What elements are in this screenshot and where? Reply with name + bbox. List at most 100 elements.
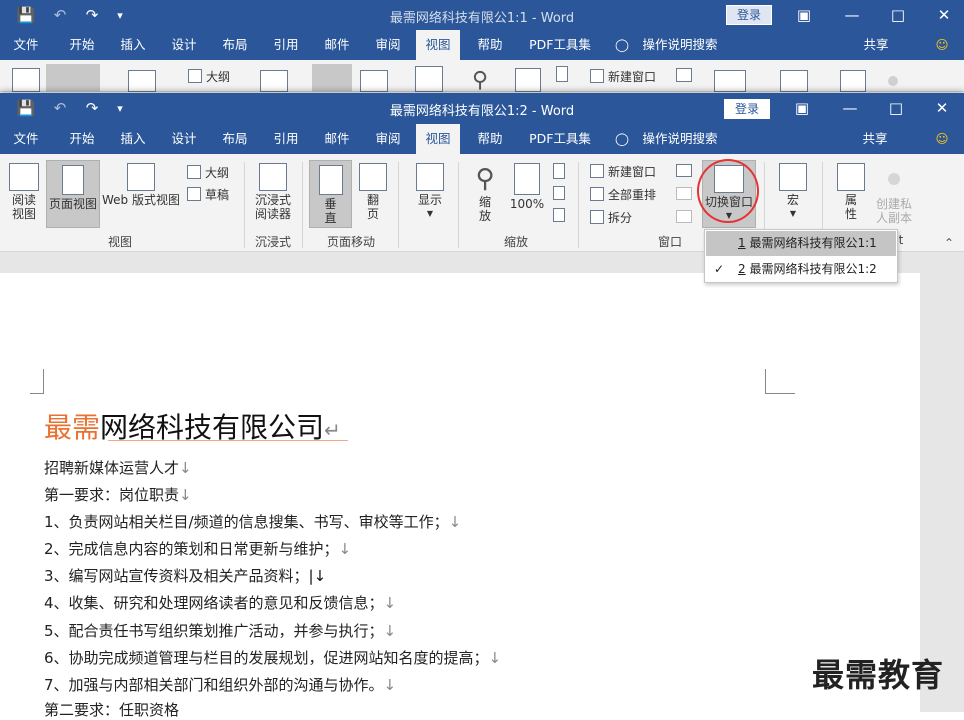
back-tab-mailings[interactable]: 邮件 <box>313 30 361 60</box>
back-page-width-icon[interactable] <box>556 66 568 82</box>
web-view-icon <box>127 163 155 191</box>
tab-mailings[interactable]: 邮件 <box>313 124 361 154</box>
back-read-view-icon[interactable] <box>12 68 40 92</box>
margin-corner <box>30 369 44 394</box>
create-private-copy-button: 创建私 人副本 <box>872 163 916 227</box>
front-login-button[interactable]: 登录 <box>724 99 770 119</box>
show-button[interactable]: 显示 ▼ <box>410 163 450 227</box>
back-tab-view[interactable]: 视图 <box>416 30 460 60</box>
split-icon <box>590 210 604 224</box>
ribbon-display-icon[interactable]: ▣ <box>790 0 818 30</box>
side-to-side-button[interactable]: 翻 页 <box>356 163 390 227</box>
side-by-side-icon[interactable] <box>676 164 692 177</box>
group-label-zoom: 缩放 <box>503 235 528 249</box>
page-view-button[interactable]: 页面视图 <box>46 160 100 228</box>
back-tab-help[interactable]: 帮助 <box>466 30 514 60</box>
doc-line: 3、编写网站宣传资料及相关产品资料；|↓ <box>44 567 327 585</box>
doc-line: 4、收集、研究和处理网络读者的意见和反馈信息；↓ <box>44 594 397 612</box>
back-side-icon[interactable] <box>360 70 388 92</box>
maximize-icon[interactable]: □ <box>882 93 910 123</box>
tell-me-icon[interactable]: ◯ <box>612 124 632 154</box>
tab-home[interactable]: 开始 <box>58 124 106 154</box>
zoom-100-button[interactable]: 100% <box>508 163 546 227</box>
back-show-icon[interactable] <box>415 66 443 92</box>
highlight-circle <box>697 159 759 223</box>
back-vertical-icon[interactable] <box>312 64 352 92</box>
back-tab-file[interactable]: 文件 <box>2 30 50 60</box>
web-view-button[interactable]: Web 版式视图 <box>101 163 181 227</box>
back-tab-pdf[interactable]: PDF工具集 <box>524 30 596 60</box>
immersive-reader-icon <box>259 163 287 191</box>
dropdown-item-window-2[interactable]: ✓ 2 最需网络科技有限公1:2 <box>706 257 896 282</box>
back-tab-insert[interactable]: 插入 <box>109 30 157 60</box>
back-tell-me-icon[interactable]: ◯ <box>612 30 632 60</box>
separator <box>578 162 579 248</box>
properties-button[interactable]: 属 性 <box>832 163 870 227</box>
tab-design[interactable]: 设计 <box>160 124 208 154</box>
back-tab-home[interactable]: 开始 <box>58 30 106 60</box>
page-width-icon[interactable] <box>553 208 565 222</box>
draft-button[interactable]: 草稿 <box>187 184 229 204</box>
back-immersive-icon[interactable] <box>260 70 288 92</box>
immersive-reader-button[interactable]: 沉浸式 阅读器 <box>250 163 296 227</box>
back-macro-icon[interactable] <box>780 70 808 92</box>
collapse-ribbon-icon[interactable]: ⌃ <box>944 236 954 250</box>
minimize-icon[interactable]: — <box>838 0 866 30</box>
arrange-all-button[interactable]: 全部重排 <box>590 184 656 204</box>
back-smiley-icon[interactable]: ☺ <box>930 30 954 60</box>
tab-help[interactable]: 帮助 <box>466 124 514 154</box>
back-100-icon[interactable] <box>515 68 541 92</box>
back-tab-layout[interactable]: 布局 <box>211 30 259 60</box>
back-tab-design[interactable]: 设计 <box>160 30 208 60</box>
ribbon-display-icon[interactable]: ▣ <box>788 93 816 123</box>
tab-layout[interactable]: 布局 <box>211 124 259 154</box>
new-window-icon <box>590 69 604 83</box>
split-button[interactable]: 拆分 <box>590 207 632 227</box>
zoom-button[interactable]: ⚲ 缩 放 <box>466 163 504 227</box>
close-icon[interactable]: ✕ <box>930 0 958 30</box>
vertical-button[interactable]: 垂 直 <box>309 160 352 228</box>
back-tab-review[interactable]: 审阅 <box>364 30 412 60</box>
read-view-button[interactable]: 阅读 视图 <box>4 163 44 227</box>
maximize-icon[interactable]: □ <box>884 0 912 30</box>
back-page-view-icon[interactable] <box>46 64 100 92</box>
tab-insert[interactable]: 插入 <box>109 124 157 154</box>
switch-window-dropdown: 1 最需网络科技有限公1:1 ✓ 2 最需网络科技有限公1:2 <box>704 229 898 283</box>
back-share-button[interactable]: 共享 <box>852 30 900 60</box>
back-tell-me[interactable]: 操作说明搜索 <box>640 30 720 60</box>
smiley-icon[interactable]: ☺ <box>930 124 954 154</box>
outline-button[interactable]: 大纲 <box>187 162 229 182</box>
share-button[interactable]: 共享 <box>850 124 900 154</box>
paragraph-mark: ↵ <box>324 418 341 442</box>
back-outline[interactable]: 大纲 <box>188 66 230 86</box>
back-switch-window-icon[interactable] <box>714 70 746 92</box>
separator <box>244 162 245 248</box>
tell-me-search[interactable]: 操作说明搜索 <box>640 124 720 154</box>
back-side-by-side-icon[interactable] <box>676 68 692 82</box>
title-highlight: 最需 <box>44 411 101 444</box>
back-properties-icon[interactable] <box>840 70 866 92</box>
text-cursor: |↓ <box>308 567 327 585</box>
macro-button[interactable]: 宏 ▼ <box>772 163 814 227</box>
one-page-icon[interactable] <box>553 163 565 179</box>
doc-background-right <box>920 273 964 712</box>
back-zoom-icon[interactable]: ⚲ <box>472 68 498 93</box>
new-window-button[interactable]: 新建窗口 <box>590 161 656 181</box>
tab-pdf[interactable]: PDF工具集 <box>524 124 596 154</box>
back-web-view-icon[interactable] <box>128 70 156 92</box>
doc-line: 招聘新媒体运营人才↓ <box>44 459 192 477</box>
minimize-icon[interactable]: — <box>836 93 864 123</box>
close-icon[interactable]: ✕ <box>928 93 956 123</box>
multiple-pages-icon[interactable] <box>553 186 565 200</box>
dropdown-item-window-1[interactable]: 1 最需网络科技有限公1:1 <box>706 231 896 256</box>
tab-review[interactable]: 审阅 <box>364 124 412 154</box>
back-new-window[interactable]: 新建窗口 <box>590 66 656 86</box>
front-title-bar: 💾 ↶ ↷ ▾ 最需网络科技有限公1:2 - Word 登录 ▣ — □ ✕ <box>0 93 964 124</box>
tab-view[interactable]: 视图 <box>416 124 460 154</box>
back-tab-references[interactable]: 引用 <box>262 30 310 60</box>
back-ribbon-strip: 大纲 ⚲ 新建窗口 <box>0 60 964 93</box>
tab-file[interactable]: 文件 <box>2 124 50 154</box>
doc-line: 第一要求：岗位职责↓ <box>44 486 192 504</box>
tab-references[interactable]: 引用 <box>262 124 310 154</box>
back-login-button[interactable]: 登录 <box>726 5 772 25</box>
